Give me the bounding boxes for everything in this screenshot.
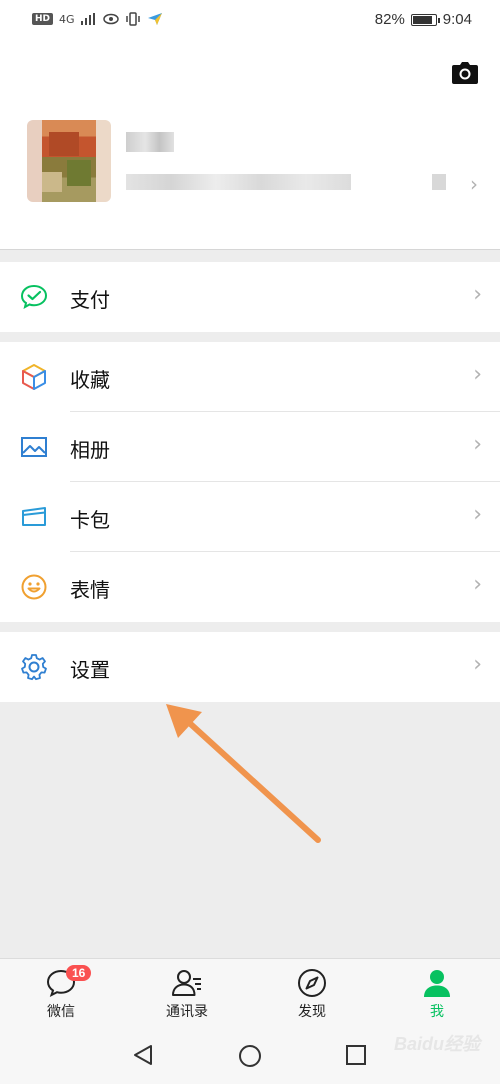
eye-icon xyxy=(102,13,119,25)
battery-percent: 82% xyxy=(374,11,405,28)
chevron-right-icon: › xyxy=(470,172,478,196)
picture-icon xyxy=(21,437,47,457)
app-notification-icon xyxy=(147,13,162,25)
tab-me[interactable]: 我 xyxy=(392,967,482,1021)
bottom-nav: 16 微信 通讯录 发现 我 xyxy=(0,958,500,1027)
chevron-right-icon: › xyxy=(473,282,482,307)
menu-label-favorites: 收藏 xyxy=(70,368,110,392)
signal-label: 4G xyxy=(59,12,75,26)
person-icon xyxy=(424,970,450,997)
profile-card[interactable]: › xyxy=(0,44,500,250)
smiley-icon xyxy=(21,574,47,600)
wechat-pay-icon xyxy=(20,284,48,309)
chevron-right-icon: › xyxy=(473,362,482,387)
hd-icon: HD xyxy=(32,13,54,25)
wechat-id-blurred xyxy=(126,174,351,190)
menu-label-pay: 支付 xyxy=(70,288,110,312)
tab-contacts[interactable]: 通讯录 xyxy=(142,967,232,1021)
menu-item-pay[interactable]: 支付 › xyxy=(0,262,500,332)
menu-item-favorites[interactable]: 收藏 › xyxy=(0,342,500,412)
menu-label-cards: 卡包 xyxy=(70,508,110,532)
menu-item-album[interactable]: 相册 › xyxy=(0,412,500,482)
menu-label-stickers: 表情 xyxy=(70,578,110,602)
tab-label-me: 我 xyxy=(430,1004,444,1020)
clock: 9:04 xyxy=(442,11,472,28)
menu-item-settings[interactable]: 设置 › xyxy=(0,632,500,702)
card-icon xyxy=(22,507,46,526)
tab-label-contacts: 通讯录 xyxy=(166,1004,208,1020)
vibrate-icon xyxy=(125,12,140,26)
status-right: 82% 9:04 xyxy=(375,11,472,28)
annotation-arrow xyxy=(166,704,321,843)
chevron-right-icon: › xyxy=(473,502,482,527)
back-icon[interactable] xyxy=(132,1044,154,1066)
menu-label-settings: 设置 xyxy=(70,658,110,682)
tab-label-chats: 微信 xyxy=(47,1004,75,1020)
avatar[interactable] xyxy=(27,120,111,202)
chevron-right-icon: › xyxy=(473,572,482,597)
watermark-logo: Baidu经验 xyxy=(393,1034,480,1054)
menu-item-stickers[interactable]: 表情 › xyxy=(0,552,500,622)
chevron-right-icon: › xyxy=(473,432,482,457)
battery-icon xyxy=(410,13,440,26)
tab-discover[interactable]: 发现 xyxy=(267,967,357,1021)
signal-icon xyxy=(80,13,95,25)
status-left: HD 4G xyxy=(32,12,163,26)
recents-icon[interactable] xyxy=(346,1045,366,1065)
tab-label-discover: 发现 xyxy=(298,1004,326,1020)
qr-code-icon[interactable] xyxy=(432,174,446,190)
unread-badge: 16 xyxy=(66,965,92,981)
nickname-blurred xyxy=(126,132,174,152)
status-bar: HD 4G 82% 9:04 xyxy=(0,0,500,44)
home-icon[interactable] xyxy=(238,1044,262,1068)
tab-chats[interactable]: 16 微信 xyxy=(16,965,106,1021)
cube-icon xyxy=(22,364,46,390)
contacts-icon xyxy=(172,970,201,996)
menu-item-cards[interactable]: 卡包 › xyxy=(0,482,500,552)
camera-icon[interactable] xyxy=(452,62,478,84)
compass-icon xyxy=(298,969,326,997)
chevron-right-icon: › xyxy=(473,652,482,677)
gear-icon xyxy=(21,654,47,681)
menu-label-album: 相册 xyxy=(70,438,110,462)
